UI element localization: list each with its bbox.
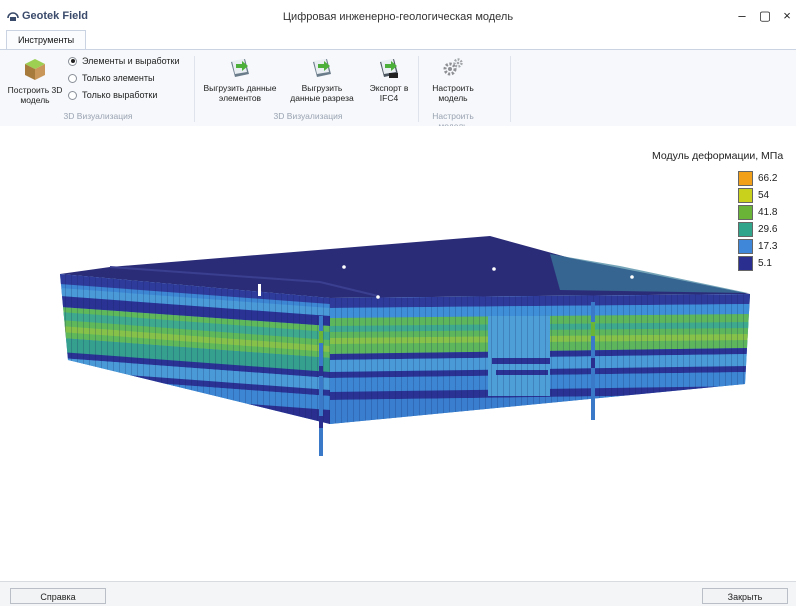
legend-item: 17.3 [738,238,777,255]
export-ifc-icon [380,59,398,78]
legend-value: 54 [758,190,770,201]
gears-icon [443,58,463,76]
legend-swatch [738,222,753,237]
3d-viewport[interactable]: Модуль деформации, МПа 66.2 54 41.8 29.6… [0,126,796,581]
export-sheet-icon [231,59,249,77]
configure-model-label: Настроить модель [432,83,474,103]
radio-dot [68,73,77,83]
legend-swatch [738,171,753,186]
legend-item: 66.2 [738,170,777,187]
legend-title: Модуль деформации, МПа [652,150,784,162]
radio-label: Только элементы [82,73,155,83]
legend-value: 5.1 [758,258,772,269]
close-window-button[interactable]: × [776,6,796,26]
legend-item: 5.1 [738,255,777,272]
export-elements-button[interactable]: Выгрузить данные элементов [200,56,280,103]
tab-instruments[interactable]: Инструменты [6,30,86,50]
radio-dot [68,56,77,66]
window-title: Цифровая инженерно-геологическая модель [282,11,514,23]
group-separator [194,56,195,122]
model-right-face [330,294,750,424]
radio-elements-only[interactable]: Только элементы [68,71,155,85]
radio-label: Элементы и выработки [82,56,180,66]
legend-item: 41.8 [738,204,777,221]
legend-swatch [738,205,753,220]
legend-swatch [738,239,753,254]
radio-elements-and-workings[interactable]: Элементы и выработки [68,54,180,68]
close-button[interactable]: Закрыть [702,588,788,604]
cube-icon [25,59,45,80]
legend-swatch [738,188,753,203]
group-caption-visualization: 3D Визуализация [63,111,133,121]
minimize-button[interactable]: – [731,6,753,26]
configure-model-button[interactable]: Настроить модель [422,56,484,103]
legend-item: 29.6 [738,221,777,238]
legend-swatch [738,256,753,271]
group-caption-visualization-2: 3D Визуализация [273,111,343,121]
export-section-label: Выгрузить данные разреза [290,83,354,103]
group-separator [510,56,511,122]
export-elements-label: Выгрузить данные элементов [203,83,277,103]
geological-3d-model[interactable] [0,126,796,581]
export-ifc4-label: Экспорт в IFC4 [369,83,409,103]
legend-value: 41.8 [758,207,778,218]
legend-value: 17.3 [758,241,778,252]
ribbon: Построить 3D модель Элементы и выработки… [0,49,796,131]
export-sheet-icon [313,59,331,77]
legend-value: 66.2 [758,173,778,184]
maximize-button[interactable]: ▢ [754,6,776,26]
legend-value: 29.6 [758,224,778,235]
export-section-button[interactable]: Выгрузить данные разреза [286,56,358,103]
export-ifc4-button[interactable]: Экспорт в IFC4 [364,56,414,103]
title-bar: Geotek Field Цифровая инженерно-геологич… [0,0,796,34]
build-3d-model-label: Построить 3D модель [7,85,63,105]
radio-label: Только выработки [82,90,158,100]
color-legend: 66.2 54 41.8 29.6 17.3 5.1 [738,170,777,272]
model-top-highlight [550,254,748,293]
group-separator [418,56,419,122]
help-button[interactable]: Справка [10,588,106,604]
bottom-bar: Справка Закрыть [0,581,796,606]
radio-dot [68,90,77,100]
legend-item: 54 [738,187,777,204]
build-3d-model-button[interactable]: Построить 3D модель [6,56,64,105]
radio-workings-only[interactable]: Только выработки [68,88,157,102]
